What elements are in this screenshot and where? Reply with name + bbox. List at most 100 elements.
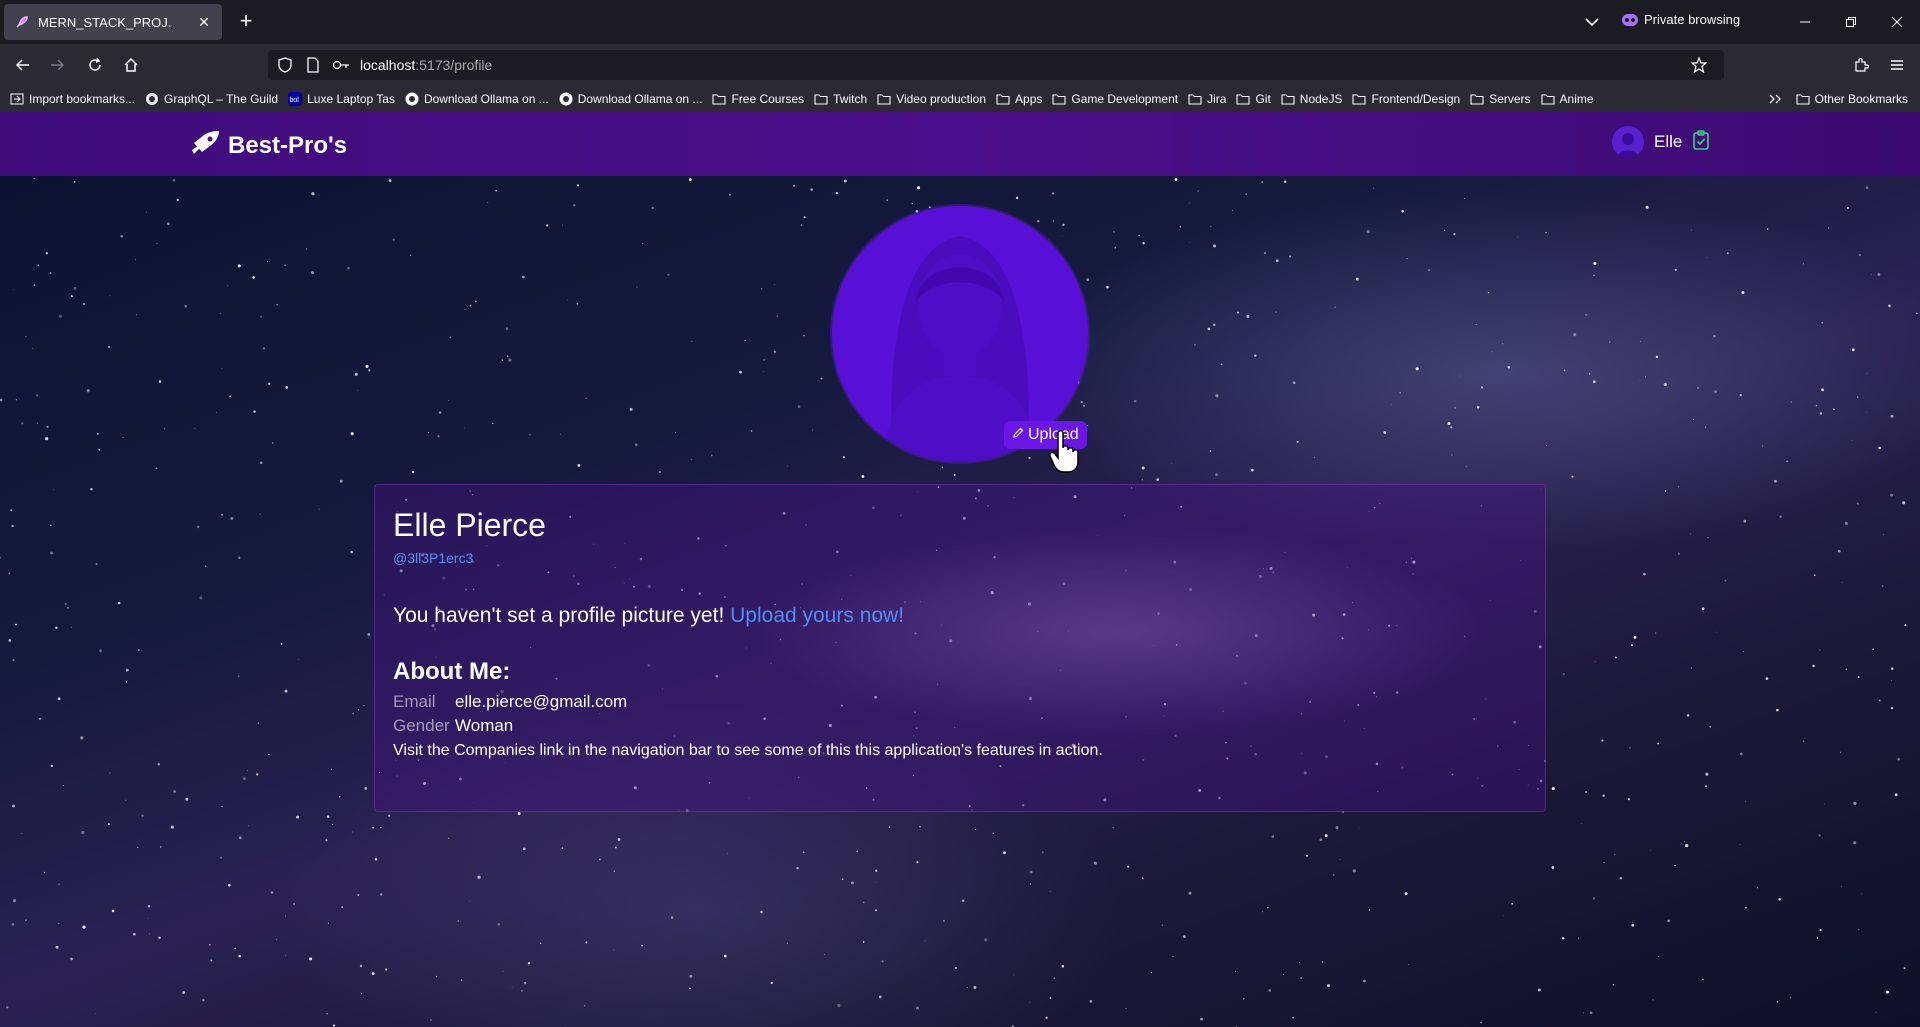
import-icon: [10, 92, 24, 106]
bookmark-item[interactable]: GraphQL – The Guild: [145, 92, 278, 106]
app-navbar: Best-Pro's Elle: [0, 112, 1920, 176]
page-icon[interactable]: [304, 56, 322, 74]
bookmark-item[interactable]: Frontend/Design: [1352, 92, 1460, 106]
folder-icon: [1352, 92, 1367, 106]
bol-icon: bol: [288, 92, 303, 106]
bookmark-item[interactable]: Twitch: [814, 92, 867, 106]
key-icon[interactable]: [332, 56, 350, 74]
home-icon[interactable]: [116, 50, 146, 80]
bookmark-label: Luxe Laptop Tas: [307, 92, 395, 106]
user-avatar[interactable]: [1612, 126, 1644, 158]
clipboard-check-icon[interactable]: [1692, 129, 1710, 155]
companies-info-text: Visit the Companies link in the navigati…: [393, 742, 1103, 759]
folder-icon: [1796, 92, 1810, 106]
shield-icon[interactable]: [276, 56, 294, 74]
profile-picture-notice: You haven't set a profile picture yet! U…: [393, 604, 1527, 628]
reload-icon[interactable]: [80, 50, 110, 80]
pencil-icon: [1012, 426, 1024, 444]
url-text[interactable]: localhost:5173/profile: [360, 57, 492, 73]
folder-icon: [1188, 92, 1202, 106]
bookmark-label: Git: [1255, 92, 1271, 106]
profile-name: Elle Pierce: [393, 507, 546, 543]
brand-name: Best-Pro's: [228, 131, 348, 159]
url-host: localhost: [360, 57, 416, 73]
browser-tab-bar: MERN_STACK_PROJ. ✕ + Private browsing: [0, 0, 1920, 44]
bookmark-label: Servers: [1489, 92, 1531, 106]
restore-icon[interactable]: [1828, 8, 1874, 36]
folder-icon: [1236, 92, 1250, 106]
bookmark-label: Video production: [896, 92, 987, 106]
other-bookmarks[interactable]: Other Bookmarks: [1796, 92, 1908, 106]
rocket-logo-icon: [190, 130, 220, 161]
address-bar[interactable]: localhost:5173/profile: [268, 50, 1724, 80]
star-icon[interactable]: [1690, 56, 1708, 74]
bookmark-item[interactable]: NodeJS: [1281, 92, 1343, 106]
close-window-icon[interactable]: [1874, 8, 1920, 36]
bookmark-item[interactable]: Import bookmarks...: [10, 92, 135, 106]
bookmarks-right: Other Bookmarks: [1768, 86, 1908, 112]
hand-cursor-icon: [1048, 430, 1082, 474]
ollama-icon: [559, 92, 573, 106]
back-arrow-icon[interactable]: [8, 50, 38, 80]
bookmark-item[interactable]: Git: [1236, 92, 1271, 106]
bookmark-item[interactable]: bol Luxe Laptop Tas: [288, 92, 395, 106]
extensions-icon[interactable]: [1846, 50, 1876, 80]
bookmark-item[interactable]: Apps: [996, 92, 1042, 106]
folder-icon: [1281, 92, 1295, 106]
private-browsing-indicator: Private browsing: [1622, 12, 1740, 27]
profile-handle: @3ll3P1erc3: [393, 550, 474, 566]
forward-arrow-icon[interactable]: [42, 50, 72, 80]
folder-icon: [877, 92, 891, 106]
rocket-icon: [14, 14, 30, 30]
bookmark-item[interactable]: Download Ollama on ...: [405, 92, 549, 106]
folder-icon: [1470, 92, 1484, 106]
bookmark-label: Game Development: [1071, 92, 1179, 106]
guild-icon: [145, 92, 159, 106]
bookmark-label: Frontend/Design: [1371, 92, 1461, 106]
private-mask-icon: [1622, 13, 1638, 26]
bookmark-item[interactable]: Game Development: [1052, 92, 1178, 106]
notice-text: You haven't set a profile picture yet!: [393, 604, 725, 627]
close-tab-icon[interactable]: ✕: [196, 14, 212, 31]
chevron-down-icon[interactable]: [1578, 12, 1606, 32]
upload-now-link[interactable]: Upload yours now!: [730, 604, 904, 627]
ollama-icon: [405, 92, 419, 106]
minimize-icon[interactable]: [1782, 8, 1828, 36]
bookmark-item[interactable]: Download Ollama on ...: [559, 92, 703, 106]
user-name: Elle: [1654, 132, 1683, 151]
browser-nav-bar: localhost:5173/profile: [0, 44, 1920, 86]
bookmark-item[interactable]: Servers: [1470, 92, 1531, 106]
email-label: Email: [393, 692, 436, 711]
bookmark-item[interactable]: Anime: [1540, 92, 1594, 106]
bookmark-label: Download Ollama on ...: [577, 92, 703, 106]
bookmark-label: GraphQL – The Guild: [164, 92, 279, 106]
bookmark-label: NodeJS: [1299, 92, 1343, 106]
browser-tab[interactable]: MERN_STACK_PROJ. ✕: [4, 4, 222, 40]
about-me-heading: About Me:: [393, 658, 511, 685]
bookmark-item[interactable]: Jira: [1188, 92, 1226, 106]
double-chevron-icon[interactable]: [1768, 92, 1782, 106]
email-value: elle.pierce@gmail.com: [455, 692, 628, 711]
bookmark-label: Twitch: [833, 92, 868, 106]
menu-icon[interactable]: [1882, 50, 1912, 80]
bookmark-label: Free Courses: [731, 92, 805, 106]
url-path: :5173/profile: [415, 57, 493, 73]
svg-text:bol: bol: [290, 97, 300, 104]
folder-icon: [996, 92, 1010, 106]
bookmark-item[interactable]: Video production: [877, 92, 986, 106]
profile-card: Elle Pierce @3ll3P1erc3 You haven't set …: [374, 484, 1546, 812]
folder-icon: [814, 92, 828, 106]
gender-label: Gender: [393, 716, 450, 735]
page-viewport: Best-Pro's Elle Upload Elle Pierce @3ll3…: [0, 112, 1920, 1027]
folder-icon: [712, 92, 726, 106]
user-menu[interactable]: Elle: [1612, 126, 1710, 158]
gender-value: Woman: [455, 716, 514, 735]
private-browsing-label: Private browsing: [1644, 12, 1741, 27]
bookmarks-toolbar: Import bookmarks... GraphQL – The Guild bo…: [0, 86, 1920, 112]
email-row: Email elle.pierce@gmail.com: [393, 692, 1527, 712]
brand-logo[interactable]: Best-Pro's: [190, 130, 347, 161]
folder-icon: [1052, 92, 1066, 106]
new-tab-button[interactable]: +: [232, 8, 260, 36]
bookmark-item[interactable]: Free Courses: [712, 92, 804, 106]
tab-title: MERN_STACK_PROJ.: [38, 14, 172, 30]
